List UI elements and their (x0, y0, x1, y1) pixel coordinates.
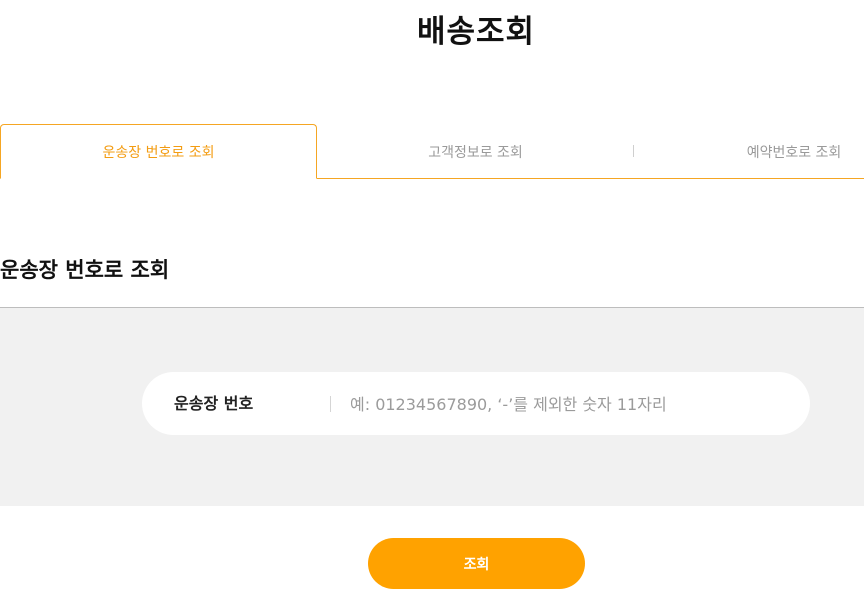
search-method-tabs: 운송장 번호로 조회 고객정보로 조회 예약번호로 조회 (0, 124, 864, 179)
page-title: 배송조회 (416, 14, 536, 50)
search-area: 운송장 번호 (0, 308, 864, 506)
tab-reservation-number[interactable]: 예약번호로 조회 (634, 124, 864, 179)
waybill-field-label: 운송장 번호 (174, 394, 254, 413)
field-divider (330, 396, 331, 412)
tab-customer-info[interactable]: 고객정보로 조회 (317, 124, 634, 179)
section-title: 운송장 번호로 조회 (0, 258, 170, 282)
waybill-search-box: 운송장 번호 (142, 372, 810, 435)
delivery-tracking-page: 배송조회 운송장 번호로 조회 고객정보로 조회 예약번호로 조회 운송장 번호… (0, 0, 864, 602)
tab-waybill-number[interactable]: 운송장 번호로 조회 (0, 124, 317, 179)
search-submit-button[interactable]: 조회 (368, 538, 585, 589)
waybill-number-input[interactable] (350, 384, 790, 424)
